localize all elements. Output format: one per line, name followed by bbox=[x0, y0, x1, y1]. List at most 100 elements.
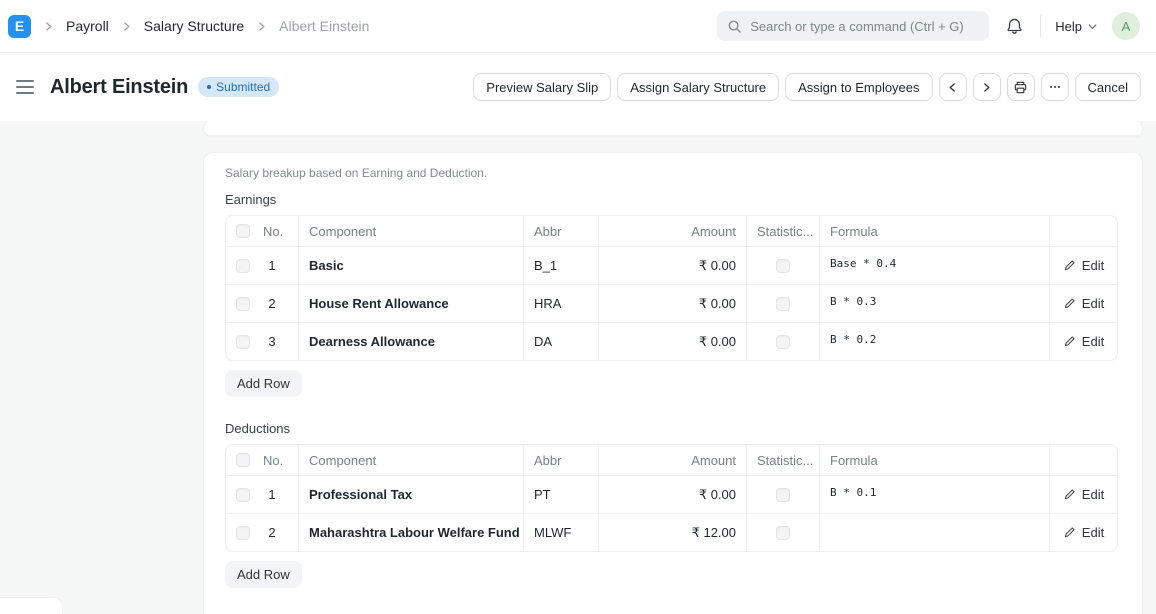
amount-cell[interactable]: ₹ 12.00 bbox=[599, 514, 747, 551]
next-document-button[interactable] bbox=[973, 73, 1001, 101]
statistical-cell bbox=[747, 247, 820, 284]
component-cell[interactable]: Professional Tax bbox=[299, 476, 524, 513]
amount-cell[interactable]: ₹ 0.00 bbox=[599, 476, 747, 513]
edit-label: Edit bbox=[1082, 525, 1104, 540]
column-header-formula: Formula bbox=[820, 216, 1050, 246]
component-cell[interactable]: Basic bbox=[299, 247, 524, 284]
table-row: 3 Dearness AllowanceDA₹ 0.00 B * 0.2 Edit bbox=[226, 323, 1117, 360]
row-checkbox[interactable] bbox=[236, 526, 250, 540]
breadcrumb-item-salary-structure[interactable]: Salary Structure bbox=[144, 18, 244, 34]
preview-salary-slip-button[interactable]: Preview Salary Slip bbox=[473, 73, 611, 101]
formula-cell[interactable] bbox=[820, 514, 1050, 551]
deductions-label: Deductions bbox=[225, 421, 1118, 436]
status-badge: Submitted bbox=[198, 77, 279, 97]
column-header-statistical: Statistic... bbox=[747, 216, 820, 246]
statistical-checkbox[interactable] bbox=[776, 297, 790, 311]
add-row-button[interactable]: Add Row bbox=[225, 370, 302, 397]
statistical-cell bbox=[747, 285, 820, 322]
statistical-cell bbox=[747, 323, 820, 360]
row-number: 2 bbox=[263, 525, 281, 540]
form-body: Salary breakup based on Earning and Dedu… bbox=[0, 121, 1156, 614]
column-header-component: Component bbox=[299, 445, 524, 475]
row-checkbox[interactable] bbox=[236, 488, 250, 502]
abbr-cell[interactable]: B_1 bbox=[524, 247, 599, 284]
formula-cell[interactable]: B * 0.3 bbox=[820, 285, 1050, 322]
abbr-cell[interactable]: PT bbox=[524, 476, 599, 513]
menu-button[interactable] bbox=[1041, 73, 1069, 101]
status-dot bbox=[207, 85, 211, 89]
edit-row-button[interactable]: Edit bbox=[1050, 514, 1117, 551]
assign-salary-structure-button[interactable]: Assign Salary Structure bbox=[617, 73, 779, 101]
amount-cell[interactable]: ₹ 0.00 bbox=[599, 285, 747, 322]
component-cell[interactable]: House Rent Allowance bbox=[299, 285, 524, 322]
column-header-component: Component bbox=[299, 216, 524, 246]
earnings-label: Earnings bbox=[225, 192, 1118, 207]
help-menu[interactable]: Help bbox=[1055, 19, 1098, 34]
edit-label: Edit bbox=[1082, 334, 1104, 349]
help-label: Help bbox=[1055, 19, 1082, 34]
cancel-button[interactable]: Cancel bbox=[1075, 73, 1141, 101]
component-cell[interactable]: Maharashtra Labour Welfare Fund bbox=[299, 514, 524, 551]
search-placeholder: Search or type a command (Ctrl + G) bbox=[750, 19, 964, 34]
pencil-icon bbox=[1063, 259, 1076, 272]
formula-cell[interactable]: Base * 0.4 bbox=[820, 247, 1050, 284]
abbr-cell[interactable]: HRA bbox=[524, 285, 599, 322]
statistical-checkbox[interactable] bbox=[776, 488, 790, 502]
column-header-abbr: Abbr bbox=[524, 445, 599, 475]
chevron-right-icon bbox=[42, 20, 55, 33]
edit-row-button[interactable]: Edit bbox=[1050, 476, 1117, 513]
print-button[interactable] bbox=[1007, 73, 1035, 101]
formula-cell[interactable]: B * 0.2 bbox=[820, 323, 1050, 360]
column-header-no: No. bbox=[263, 224, 281, 239]
notifications-button[interactable] bbox=[1003, 15, 1026, 38]
row-number: 2 bbox=[263, 296, 281, 311]
edit-row-button[interactable]: Edit bbox=[1050, 323, 1117, 360]
previous-section-card bbox=[203, 121, 1143, 136]
edit-row-button[interactable]: Edit bbox=[1050, 285, 1117, 322]
chevron-right-icon bbox=[255, 20, 268, 33]
breadcrumb-item-current: Albert Einstein bbox=[279, 18, 369, 34]
row-number: 1 bbox=[263, 258, 281, 273]
add-row-button[interactable]: Add Row bbox=[225, 561, 302, 588]
abbr-cell[interactable]: DA bbox=[524, 323, 599, 360]
edit-row-button[interactable]: Edit bbox=[1050, 247, 1117, 284]
column-header-amount: Amount bbox=[599, 445, 747, 475]
table-header-row: No. Component Abbr Amount Statistic... F… bbox=[226, 445, 1117, 476]
select-all-checkbox[interactable] bbox=[236, 224, 250, 238]
deductions-table: No. Component Abbr Amount Statistic... F… bbox=[225, 444, 1118, 552]
user-avatar[interactable]: A bbox=[1112, 12, 1140, 40]
row-number: 1 bbox=[263, 487, 281, 502]
global-search-input[interactable]: Search or type a command (Ctrl + G) bbox=[717, 11, 989, 41]
deductions-section: Deductions No. Component Abbr Amount Sta… bbox=[225, 421, 1118, 588]
pencil-icon bbox=[1063, 488, 1076, 501]
table-header-row: No. Component Abbr Amount Statistic... F… bbox=[226, 216, 1117, 247]
select-all-checkbox[interactable] bbox=[236, 453, 250, 467]
chevron-down-icon bbox=[1087, 21, 1098, 32]
amount-cell[interactable]: ₹ 0.00 bbox=[599, 247, 747, 284]
row-number: 3 bbox=[263, 334, 281, 349]
app-logo[interactable]: E bbox=[8, 15, 31, 38]
previous-document-button[interactable] bbox=[939, 73, 967, 101]
chevron-right-icon bbox=[120, 20, 133, 33]
sidebar-toggle-icon[interactable] bbox=[16, 78, 34, 96]
statistical-checkbox[interactable] bbox=[776, 335, 790, 349]
edit-label: Edit bbox=[1082, 487, 1104, 502]
component-cell[interactable]: Dearness Allowance bbox=[299, 323, 524, 360]
breadcrumb-item-payroll[interactable]: Payroll bbox=[66, 18, 109, 34]
assign-to-employees-button[interactable]: Assign to Employees bbox=[785, 73, 932, 101]
page-header: Albert Einstein Submitted Preview Salary… bbox=[0, 53, 1156, 121]
amount-cell[interactable]: ₹ 0.00 bbox=[599, 323, 747, 360]
row-checkbox[interactable] bbox=[236, 297, 250, 311]
status-label: Submitted bbox=[216, 80, 270, 94]
statistical-checkbox[interactable] bbox=[776, 259, 790, 273]
formula-cell[interactable]: B * 0.1 bbox=[820, 476, 1050, 513]
ellipsis-icon bbox=[1048, 80, 1062, 94]
row-checkbox[interactable] bbox=[236, 335, 250, 349]
pencil-icon bbox=[1063, 297, 1076, 310]
statistical-checkbox[interactable] bbox=[776, 526, 790, 540]
section-description: Salary breakup based on Earning and Dedu… bbox=[225, 166, 1118, 180]
abbr-cell[interactable]: MLWF bbox=[524, 514, 599, 551]
divider bbox=[1040, 15, 1041, 37]
row-checkbox[interactable] bbox=[236, 259, 250, 273]
edit-label: Edit bbox=[1082, 296, 1104, 311]
